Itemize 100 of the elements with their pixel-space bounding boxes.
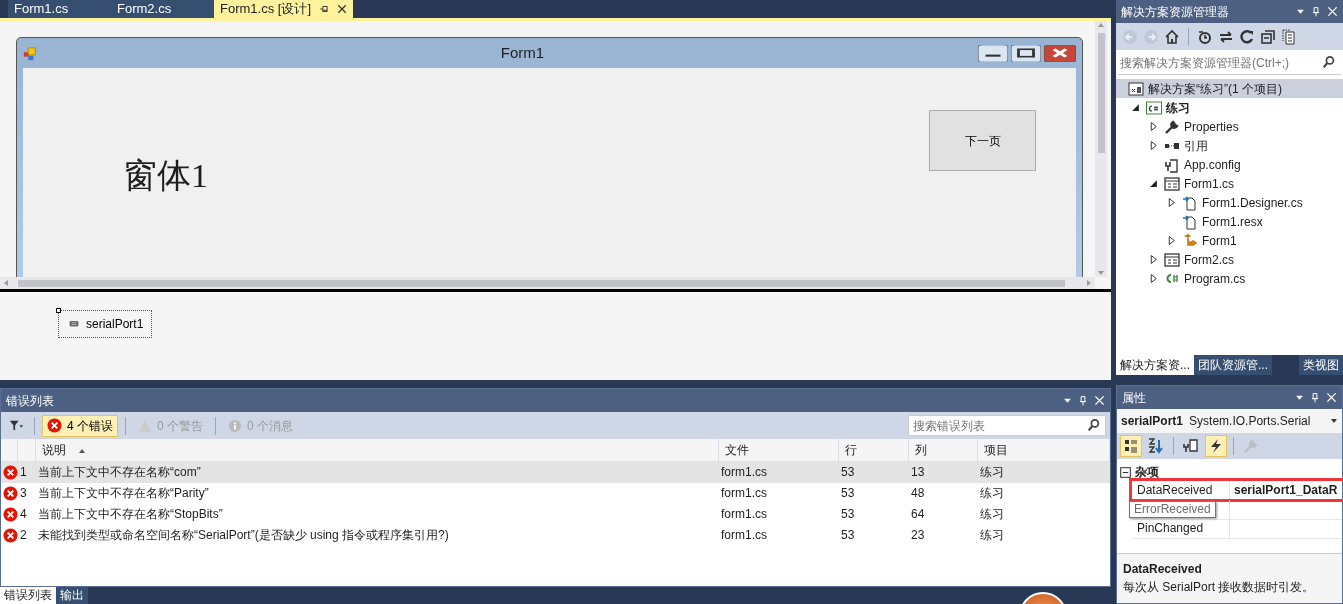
dropdown-icon[interactable]	[1063, 396, 1072, 405]
panel-tab[interactable]: 团队资源管...	[1194, 355, 1273, 375]
lightning-icon	[1208, 438, 1224, 454]
form-title: Form1	[499, 42, 546, 63]
document-tab[interactable]: Form1.cs [设计]	[214, 0, 353, 18]
table-cell-text: 23	[910, 527, 926, 544]
dropdown-icon[interactable]	[1296, 7, 1305, 16]
collapse-arrow-icon[interactable]	[1130, 103, 1140, 112]
table-cell: form1.cs	[719, 462, 839, 483]
expand-arrow-icon[interactable]	[1166, 236, 1176, 245]
pin-icon[interactable]	[1311, 5, 1321, 18]
table-cell-text: 练习	[979, 485, 1005, 502]
document-tab[interactable]: Form2.cs	[111, 0, 214, 18]
horizontal-scrollbar[interactable]	[0, 277, 1095, 289]
panel-title: 错误列表	[6, 392, 54, 410]
scroll-thumb[interactable]	[1097, 33, 1105, 153]
next-page-button[interactable]: 下一页	[929, 110, 1036, 171]
description-text: 每次从 SerialPort 接收数据时引发。	[1123, 579, 1316, 596]
expand-arrow-icon[interactable]	[1166, 198, 1176, 207]
filter-button[interactable]: 4 个错误	[42, 414, 118, 437]
table-cell-text: 当前上下文中不存在名称“StopBits”	[37, 506, 224, 523]
expand-arrow-icon[interactable]	[1148, 122, 1158, 131]
expand-arrow-icon[interactable]	[1148, 141, 1158, 150]
clock-icon[interactable]	[1197, 28, 1213, 45]
column-header[interactable]: 行	[839, 439, 909, 462]
categorized-icon	[1123, 438, 1139, 454]
table-cell-text: 2	[19, 527, 28, 544]
panel-title: 属性	[1122, 389, 1146, 407]
table-cell-text: 53	[840, 527, 856, 544]
lightning-button[interactable]	[1205, 435, 1227, 457]
tree-item[interactable]: Properties	[1116, 117, 1343, 136]
form-icon	[23, 46, 37, 61]
table-cell-text: 未能找到类型或命名空间名称“SerialPort”(是否缺少 using 指令或程序集引用?)	[37, 527, 450, 544]
panel-tab[interactable]: 输出	[56, 587, 88, 604]
form-label: 窗体1	[123, 156, 208, 196]
form-file-icon	[1164, 175, 1180, 192]
document-tab[interactable]: Form1.cs	[8, 0, 111, 18]
table-cell: 当前上下文中不存在名称“com”	[36, 462, 719, 483]
wrench-icon	[1243, 438, 1259, 454]
vertical-scrollbar[interactable]	[1095, 21, 1107, 277]
info-icon	[228, 418, 243, 433]
error-icon	[3, 528, 18, 543]
home-icon[interactable]	[1164, 28, 1180, 45]
description-title: DataReceived	[1123, 561, 1203, 578]
tree-item[interactable]: Form1.resx	[1116, 212, 1343, 231]
serial-port-icon	[67, 319, 81, 329]
tree-item[interactable]: Form2.cs	[1116, 250, 1343, 269]
property-name: PinChanged	[1137, 521, 1204, 535]
property-value[interactable]	[1229, 500, 1342, 520]
solution-icon	[1128, 80, 1144, 97]
pages-icon[interactable]	[1281, 28, 1297, 45]
expand-arrow-icon[interactable]	[1148, 274, 1158, 283]
tree-item[interactable]: Form1.Designer.cs	[1116, 193, 1343, 212]
search-field[interactable]: 搜索错误列表	[908, 415, 1106, 436]
expand-arrow-icon[interactable]	[1148, 255, 1158, 264]
object-type: System.IO.Ports.Serial	[1189, 413, 1311, 430]
panel-tab[interactable]: 类视图	[1299, 355, 1343, 375]
property-page-icon	[1183, 438, 1199, 454]
tree-item[interactable]: 引用	[1116, 136, 1343, 155]
collapse-icon[interactable]	[1120, 466, 1131, 478]
selection-handle[interactable]	[56, 308, 61, 313]
panel-tab[interactable]: 解决方案资...	[1116, 355, 1194, 375]
code-file-icon	[1182, 213, 1198, 230]
tree-item[interactable]: Program.cs	[1116, 269, 1343, 288]
column-header[interactable]: 列	[909, 439, 978, 462]
pin-icon[interactable]	[1310, 391, 1320, 404]
tree-item[interactable]: App.config	[1116, 155, 1343, 174]
maximize-button[interactable]	[1011, 44, 1041, 62]
tooltip: ErrorReceived	[1129, 501, 1216, 518]
dropdown-icon[interactable]	[1295, 393, 1304, 402]
close-button[interactable]	[1044, 44, 1076, 62]
warning-icon	[138, 418, 152, 433]
column-header[interactable]: 说明	[36, 439, 719, 462]
object-selector[interactable]: serialPort1 System.IO.Ports.Serial	[1117, 409, 1342, 433]
sync-icon[interactable]	[1218, 28, 1234, 45]
wrench-icon	[1164, 118, 1180, 135]
tree-item[interactable]: Form1	[1116, 231, 1343, 250]
table-cell: 53	[839, 462, 909, 483]
collapse-icon[interactable]	[1260, 28, 1276, 45]
minimize-button[interactable]	[978, 44, 1008, 62]
tree-item[interactable]: 解决方案“练习”(1 个项目)	[1116, 79, 1343, 98]
table-cell-text: 64	[910, 506, 926, 523]
pin-icon[interactable]	[319, 4, 329, 14]
table-cell-text: 当前上下文中不存在名称“Parity”	[37, 485, 210, 502]
pin-icon[interactable]	[1078, 394, 1088, 407]
column-header[interactable]: 项目	[978, 439, 1110, 462]
tree-item[interactable]: 练习	[1116, 98, 1343, 117]
panel-tab[interactable]: 错误列表	[0, 587, 56, 604]
panel-title: 解决方案资源管理器	[1121, 3, 1229, 21]
column-header[interactable]: 文件	[719, 439, 839, 462]
close-icon[interactable]	[337, 4, 347, 14]
table-cell-text: 3	[19, 485, 28, 502]
categorized-button[interactable]	[1120, 435, 1142, 457]
tree-item[interactable]: Form1.cs	[1116, 174, 1343, 193]
component-item[interactable]: serialPort1	[58, 310, 153, 338]
collapse-arrow-icon[interactable]	[1148, 179, 1158, 188]
property-value[interactable]: serialPort1_DataR	[1229, 481, 1342, 501]
scroll-thumb[interactable]	[18, 279, 1065, 287]
refresh-icon[interactable]	[1239, 28, 1255, 45]
object-name: serialPort1	[1121, 413, 1184, 430]
